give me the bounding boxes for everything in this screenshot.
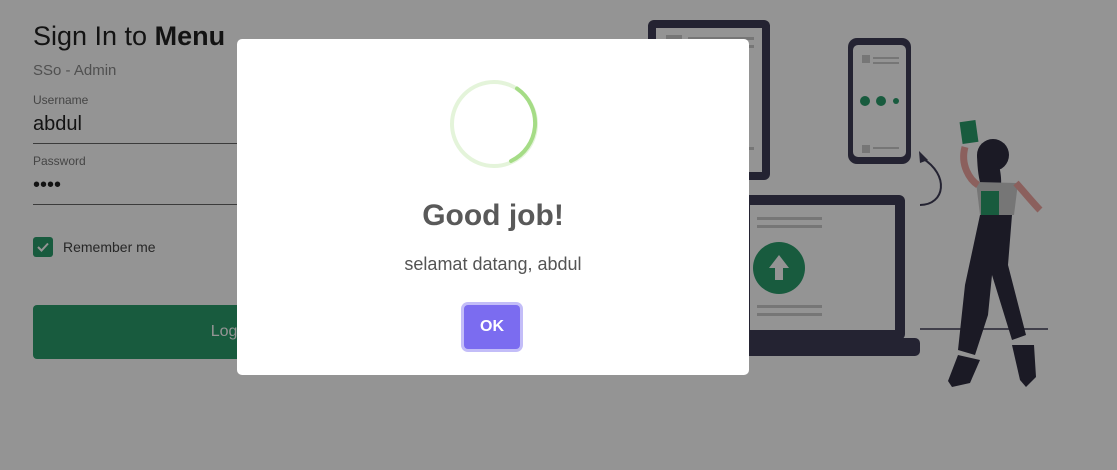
success-dialog: Good job! selamat datang, abdul OK [237,39,749,375]
ok-button[interactable]: OK [464,305,520,349]
dialog-title: Good job! [422,199,564,232]
dialog-message: selamat datang, abdul [404,254,582,274]
success-icon [450,80,538,168]
